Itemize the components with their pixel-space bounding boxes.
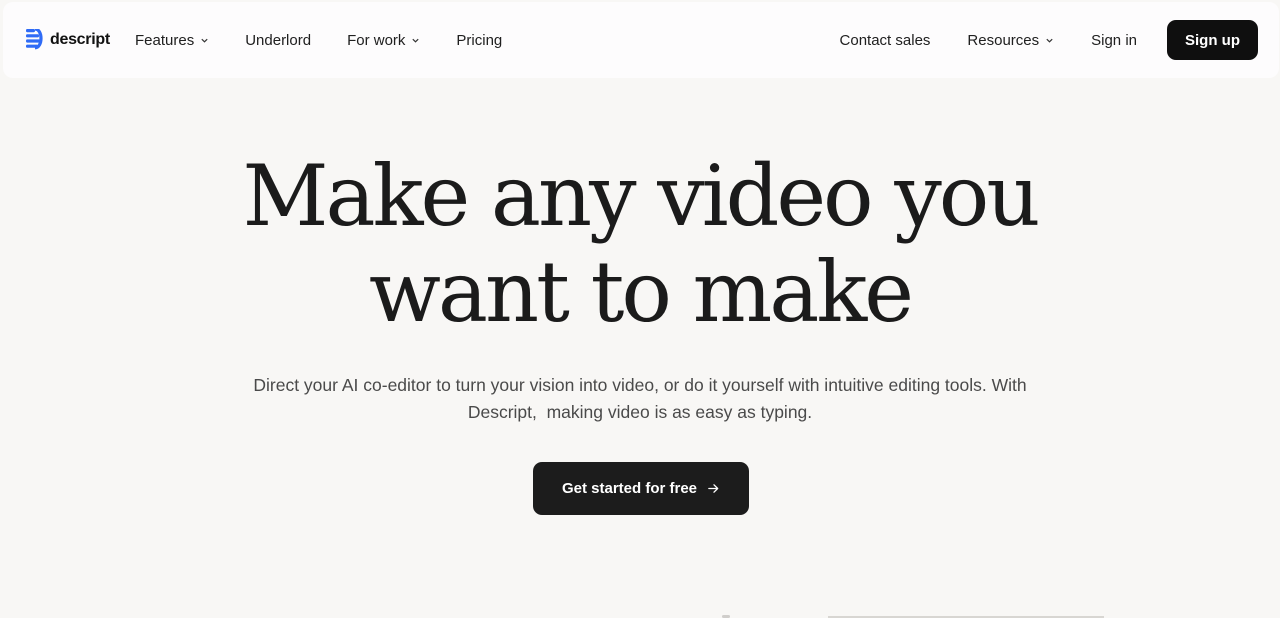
brand-name: descript — [50, 31, 110, 48]
chevron-down-icon — [412, 38, 420, 43]
nav-item-features[interactable]: Features — [135, 24, 209, 57]
nav-item-label: Underlord — [245, 31, 312, 49]
nav-item-label: Resources — [967, 31, 1040, 49]
brand-logo[interactable]: descript — [26, 29, 110, 51]
nav-item-label: For work — [347, 31, 406, 49]
nav-item-label: Features — [135, 31, 195, 49]
chevron-down-icon — [1046, 38, 1053, 43]
hero-subtitle-line: Descript, making video is as easy as typ… — [467, 402, 813, 422]
nav-item-sign-in[interactable]: Sign in — [1091, 24, 1137, 57]
get-started-button[interactable]: Get started for free — [533, 462, 749, 515]
hero-title: Make any video you want to make — [0, 148, 1280, 340]
sign-up-button[interactable]: Sign up — [1167, 20, 1258, 60]
nav-item-contact-sales[interactable]: Contact sales — [840, 24, 931, 57]
top-navbar: descript Features Underlord For work Pri… — [3, 2, 1279, 78]
nav-secondary: Contact sales Resources Sign in Sign up — [840, 2, 1258, 78]
nav-item-label: Contact sales — [839, 31, 931, 49]
hero-title-line: Make any video you — [242, 147, 1041, 245]
hero-title-line: want to make — [369, 243, 914, 341]
nav-item-label: Sign in — [1091, 31, 1137, 49]
nav-item-underlord[interactable]: Underlord — [245, 24, 311, 57]
hero-subtitle: Direct your AI co-editor to turn your vi… — [210, 372, 1070, 426]
nav-primary: Features Underlord For work Pricing — [135, 2, 538, 78]
nav-item-label: Pricing — [456, 31, 503, 49]
hero-subtitle-line: Direct your AI co-editor to turn your vi… — [253, 375, 1027, 395]
descript-logo-icon — [26, 29, 43, 50]
get-started-label: Get started for free — [561, 480, 698, 497]
chevron-down-icon — [201, 38, 208, 43]
nav-item-resources[interactable]: Resources — [967, 24, 1054, 57]
nav-item-pricing[interactable]: Pricing — [456, 24, 502, 57]
nav-item-for-work[interactable]: For work — [347, 24, 420, 57]
arrow-right-icon — [708, 484, 719, 493]
